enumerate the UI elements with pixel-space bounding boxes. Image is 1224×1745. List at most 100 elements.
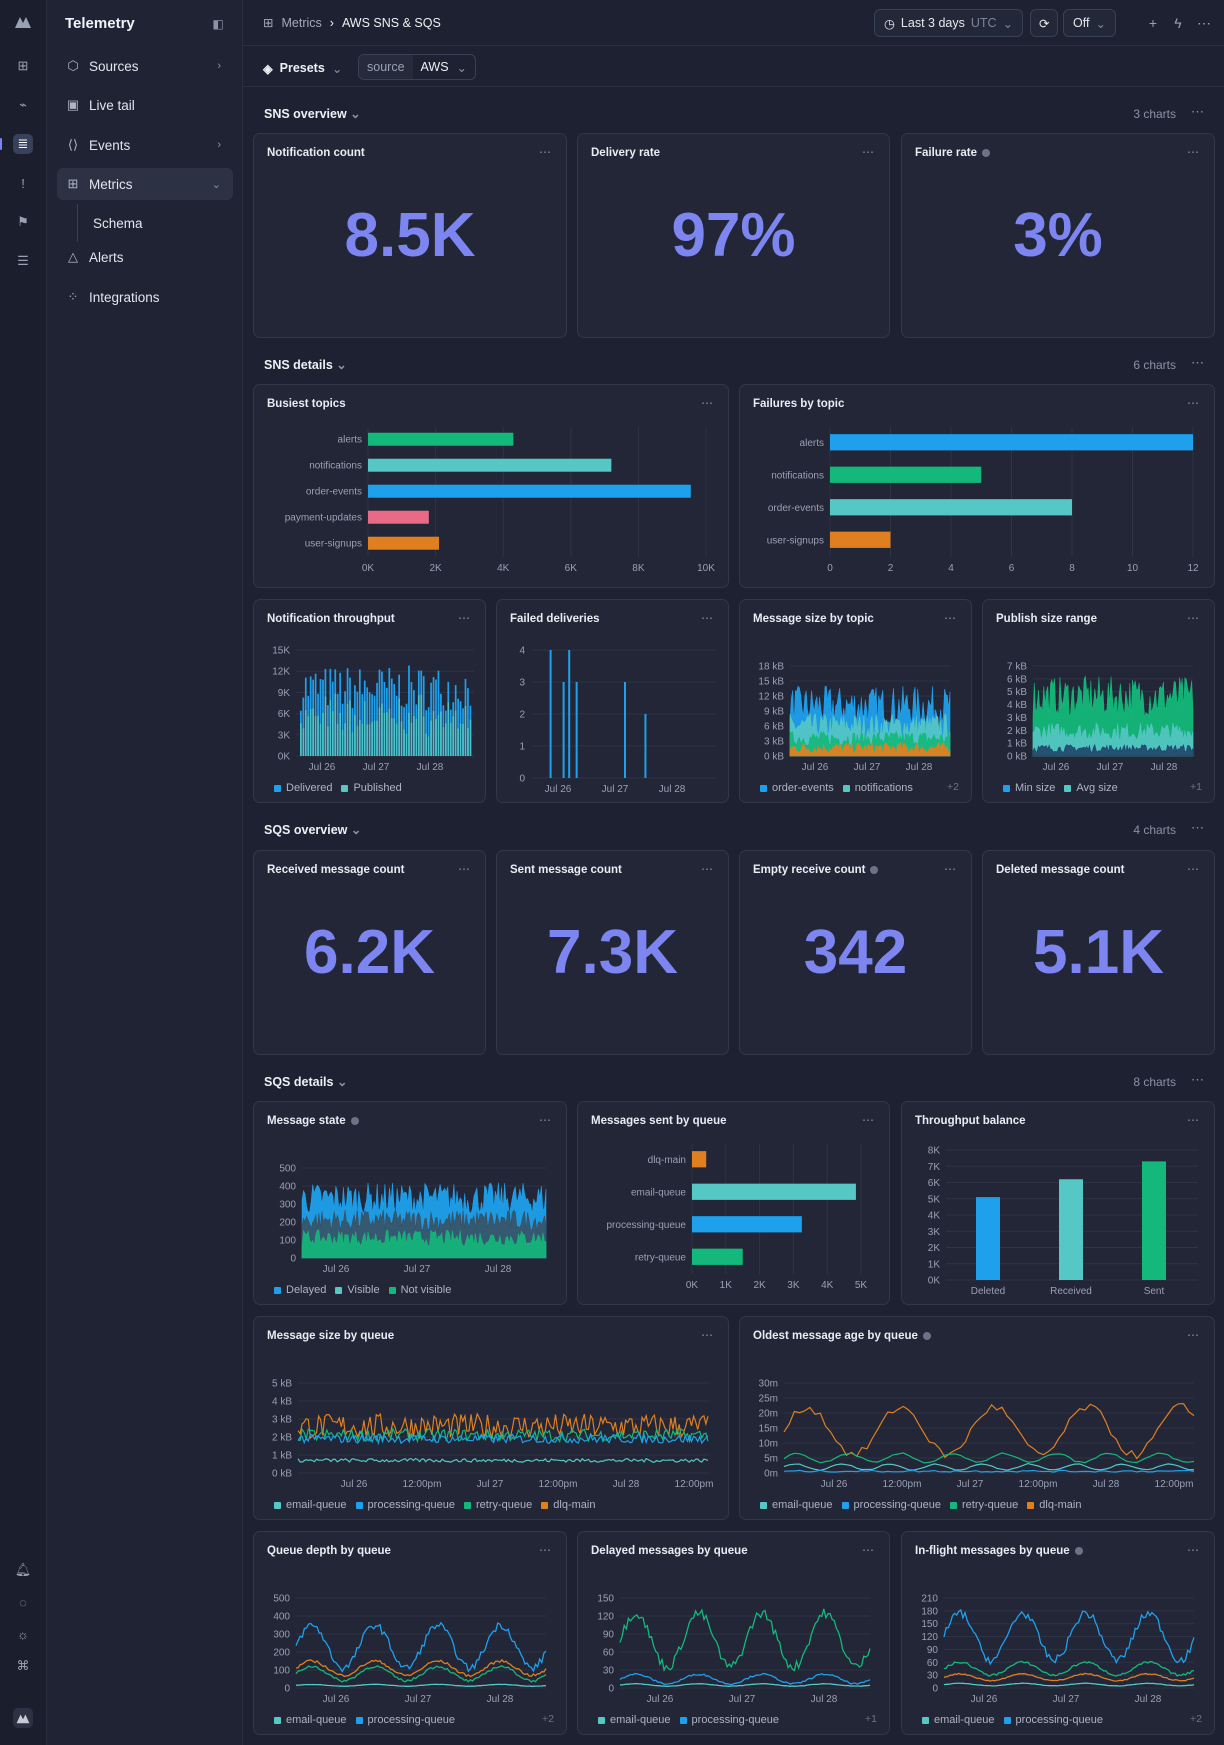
bar-published: [376, 720, 378, 756]
bar-published: [336, 723, 339, 756]
sliders-icon[interactable]: ☰: [13, 251, 33, 271]
line-series-4: [295, 1665, 547, 1683]
legend-processing-queue[interactable]: processing-queue: [841, 1499, 941, 1511]
legend-published[interactable]: Published: [341, 782, 402, 794]
more-icon[interactable]: ⋯: [1187, 862, 1200, 876]
legend-more[interactable]: +2: [1190, 1713, 1202, 1725]
legend-avg-size[interactable]: Avg size: [1064, 782, 1118, 794]
more-icon[interactable]: ⋯: [1191, 104, 1204, 120]
sun-icon[interactable]: ☼: [13, 1624, 33, 1644]
sidebar-item-sources[interactable]: ⬡ Sources ›: [57, 50, 233, 82]
presets-button[interactable]: ◈ Presets ⌄: [263, 56, 342, 80]
legend-email-queue[interactable]: email-queue: [598, 1714, 671, 1726]
bar-published: [425, 733, 428, 756]
legend-more[interactable]: +2: [542, 1713, 554, 1725]
legend-email-queue[interactable]: email-queue: [760, 1499, 833, 1511]
more-icon[interactable]: ⋯: [458, 862, 471, 876]
legend-email-queue[interactable]: email-queue: [274, 1499, 347, 1511]
legend-more[interactable]: +1: [865, 1713, 877, 1725]
info-icon[interactable]: [870, 866, 879, 874]
workspace-logo[interactable]: [13, 1708, 33, 1728]
sidebar-item-integrations[interactable]: ⁘ Integrations: [57, 281, 233, 313]
y-tick-label: 60: [603, 1648, 615, 1659]
legend-processing-queue[interactable]: processing-queue: [679, 1714, 779, 1726]
legend-retry-queue[interactable]: retry-queue: [464, 1499, 532, 1511]
breadcrumb-metrics[interactable]: Metrics: [281, 16, 321, 30]
command-icon[interactable]: ⌘: [13, 1656, 33, 1676]
sidebar-item-metrics[interactable]: ⊞ Metrics ⌄: [57, 168, 233, 200]
legend-order-events[interactable]: order-events: [760, 782, 834, 794]
legend-visible[interactable]: Visible: [335, 1284, 380, 1296]
legend-dlq-main[interactable]: dlq-main: [1027, 1499, 1081, 1511]
breadcrumb: ⊞ Metrics › AWS SNS & SQS: [263, 15, 441, 31]
section-sqs-details[interactable]: SQS details ⌄ 8 charts ⋯: [264, 1072, 1204, 1092]
sidebar-item-live-tail[interactable]: ▣ Live tail: [57, 89, 233, 121]
plus-square-icon[interactable]: ⊞: [13, 56, 33, 76]
section-sns-overview[interactable]: SNS overview ⌄ 3 charts ⋯: [264, 104, 1204, 124]
section-sqs-overview[interactable]: SQS overview ⌄ 4 charts ⋯: [264, 820, 1204, 840]
x-tick-label: 10: [1127, 563, 1139, 574]
legend-not-visible[interactable]: Not visible: [388, 1284, 451, 1296]
legend-more[interactable]: +1: [1190, 781, 1202, 793]
y-tick-label: 120: [597, 1612, 614, 1623]
more-icon[interactable]: ⋯: [944, 862, 957, 876]
y-tick-label: 500: [273, 1594, 290, 1605]
alert-square-icon[interactable]: !: [13, 173, 33, 193]
logo-icon[interactable]: [13, 12, 33, 32]
y-tick-label: retry-queue: [635, 1252, 687, 1263]
legend-retry-queue[interactable]: retry-queue: [950, 1499, 1018, 1511]
sidebar-collapse-icon[interactable]: ◧: [209, 15, 227, 33]
queue-depth-chart: 500 400 300 200 100 0 Jul 26 Jul 27 Jul 28: [273, 1594, 547, 1705]
more-icon[interactable]: ⋯: [1191, 1072, 1204, 1088]
y-tick-label: 2 kB: [272, 1433, 292, 1444]
legend-dlq-main[interactable]: dlq-main: [541, 1499, 595, 1511]
auto-refresh-select[interactable]: Off ⌄: [1063, 9, 1116, 37]
more-icon[interactable]: ⋯: [1191, 820, 1204, 836]
activity-icon[interactable]: ⌁: [13, 95, 33, 115]
bar-published: [373, 720, 376, 756]
legend-delivered[interactable]: Delivered: [274, 782, 332, 794]
refresh-icon: ⟳: [1039, 16, 1050, 31]
legend-email-queue[interactable]: email-queue: [274, 1714, 347, 1726]
section-sns-details[interactable]: SNS details ⌄ 6 charts ⋯: [264, 355, 1204, 375]
info-icon[interactable]: [982, 149, 990, 157]
more-icon[interactable]: ⋯: [701, 862, 714, 876]
legend-processing-queue[interactable]: processing-queue: [355, 1499, 455, 1511]
time-range-button[interactable]: ◷ Last 3 days UTC ⌄: [874, 9, 1024, 37]
chat-icon[interactable]: ◌: [13, 1592, 33, 1612]
legend-processing-queue[interactable]: processing-queue: [355, 1714, 455, 1726]
bar-published: [309, 709, 312, 756]
bolt-icon[interactable]: ϟ: [1168, 13, 1188, 33]
more-icon[interactable]: ⋯: [539, 145, 552, 159]
y-tick-label: 5 kB: [1007, 687, 1027, 698]
sidebar-item-schema[interactable]: Schema: [93, 208, 143, 238]
y-tick-label: 2 kB: [1007, 726, 1027, 737]
chart-card-failed-deliveries: Failed deliveries ⋯ 4 3 2 1 0 Jul 26 Jul 27 Jul …: [496, 599, 729, 803]
legend-min-size[interactable]: Min size: [1003, 782, 1055, 794]
legend-more[interactable]: +2: [947, 781, 959, 793]
legend-processing-queue[interactable]: processing-queue: [1003, 1714, 1103, 1726]
y-tick-label: notifications: [771, 470, 824, 481]
bell-icon[interactable]: 🔔︎: [13, 1560, 33, 1580]
more-icon[interactable]: ⋯: [862, 145, 875, 159]
source-filter-chip[interactable]: source AWS ⌄: [358, 54, 477, 80]
more-icon[interactable]: ⋯: [1187, 145, 1200, 159]
message-size-by-topic-chart: 18 kB 15 kB 12 kB 9 kB 6 kB 3 kB 0 kB Jul 26 Jul…: [758, 662, 951, 773]
refresh-button[interactable]: ⟳: [1030, 9, 1059, 37]
add-icon[interactable]: +: [1143, 13, 1163, 33]
x-tick-label: 8K: [632, 563, 645, 574]
legend-email-queue[interactable]: email-queue: [922, 1714, 995, 1726]
y-tick-label: 0: [290, 1254, 296, 1265]
dashboard-icon[interactable]: ≣: [0, 134, 33, 154]
sidebar-item-alerts[interactable]: △ Alerts: [57, 241, 233, 273]
bar-published: [462, 724, 464, 756]
flag-icon[interactable]: ⚑: [13, 212, 33, 232]
legend-notifications[interactable]: notifications: [842, 782, 913, 794]
more-icon[interactable]: ⋯: [1194, 13, 1214, 33]
bar-alerts: [830, 434, 1193, 451]
more-icon[interactable]: ⋯: [1191, 355, 1204, 371]
bar-failed: [549, 650, 552, 778]
legend-delayed[interactable]: Delayed: [274, 1284, 326, 1296]
sidebar-item-events[interactable]: ⟨⟩ Events ›: [57, 129, 233, 161]
chevron-down-icon: ⌄: [1002, 16, 1014, 31]
